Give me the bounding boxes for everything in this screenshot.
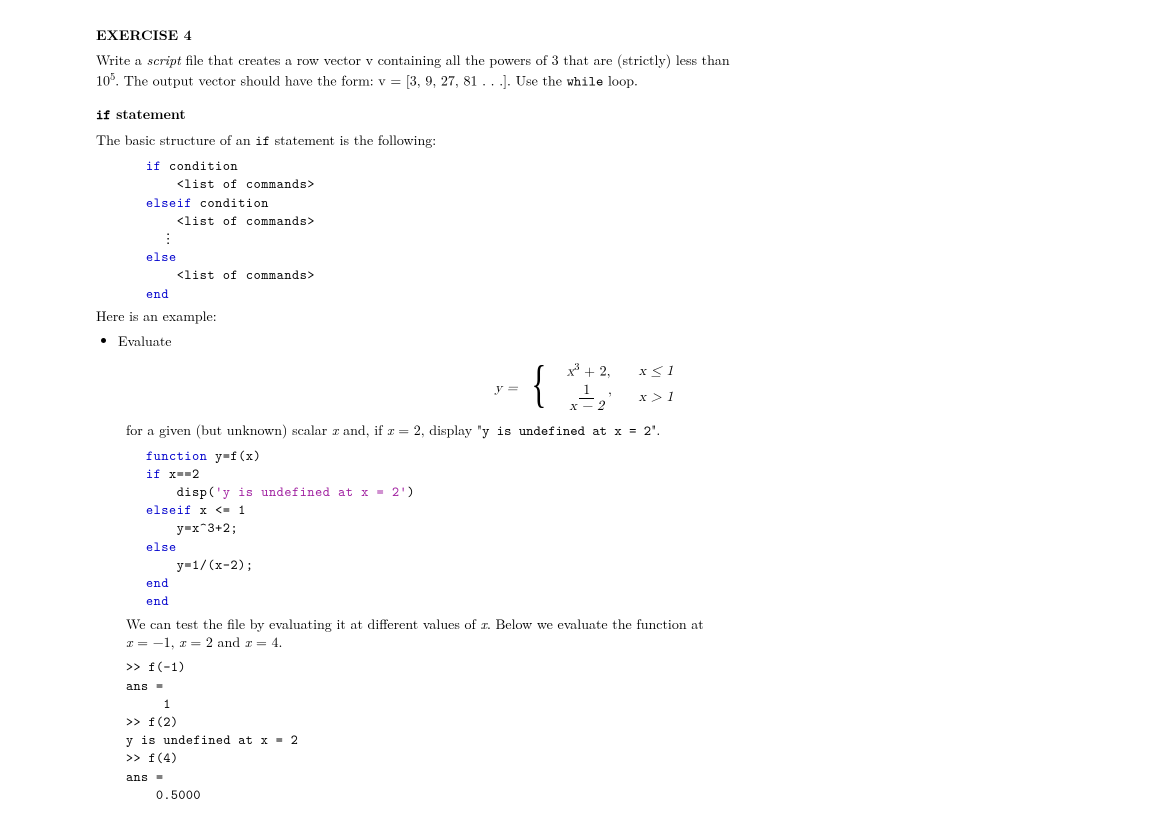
if-intro-c: statement is the following: (270, 130, 436, 150)
ca-l6: <list of commands> (146, 266, 315, 284)
example-list: Evaluate (118, 332, 1072, 351)
ex-l2d: while (567, 72, 604, 90)
tp-b: . Below we evaluate the function at (487, 614, 704, 634)
ca-l4: <list of commands> (146, 212, 315, 230)
piecewise-equation: y = { x3 + 2, x ≤ 1 1 x − 2 , x > 1 (96, 359, 1072, 411)
g-b: and, if (338, 420, 387, 440)
cb-l4b: x <= 1 (192, 501, 246, 519)
cc-l1: >> f(-1) (126, 658, 186, 676)
case2-cond: x > 1 (625, 388, 674, 407)
c2comma: , (608, 383, 612, 397)
exercise-heading: EXERCISE 4 (96, 26, 1072, 45)
tp-f: = 2 and (186, 632, 245, 652)
ca-l1b: condition (161, 157, 238, 175)
ex-l1a: Write a (96, 50, 147, 70)
cb-l5: y=x^3+2; (146, 519, 238, 537)
cb-l3c: ) (407, 483, 415, 501)
cb-l1: function (146, 447, 208, 465)
exercise-4: EXERCISE 4 Write a script file that crea… (96, 26, 1072, 91)
cb-l7: y=1/(x-2); (146, 556, 254, 574)
example-intro: Here is an example: (96, 307, 1072, 326)
case-row-2: 1 x − 2 , x > 1 (553, 385, 674, 411)
cb-l3b: 'y is undefined at x = 2' (215, 483, 407, 501)
kw-end: end (146, 285, 169, 303)
ex-l1b: script (147, 50, 181, 70)
cc-l2: ans = (126, 677, 163, 695)
g-d: y is undefined at x = 2 (482, 422, 651, 440)
cb-l6: else (146, 538, 177, 556)
g-e: ". (651, 420, 660, 440)
eq-lhs: y = (495, 359, 526, 411)
kw-else: else (146, 248, 177, 266)
if-heading-a: if (96, 106, 111, 124)
example-body: for a given (but unknown) scalar x and, … (126, 421, 1072, 804)
left-brace: { (531, 359, 547, 411)
cb-l4: elseif (146, 501, 192, 519)
code-block-function-f: function y=f(x) if x==2 disp('y is undef… (146, 447, 1072, 611)
g-c: = 2, display " (394, 420, 483, 440)
test-paragraph: We can test the file by evaluating it at… (126, 615, 1072, 653)
ex-l2a: 10 (96, 70, 110, 90)
ca-l2: <list of commands> (146, 175, 315, 193)
cb-l8: end (146, 574, 169, 592)
cc-l3: 1 (126, 695, 171, 713)
frac-den: x − 2 (565, 399, 608, 414)
frac-num: 1 (579, 383, 594, 399)
cc-l7: ans = (126, 768, 163, 786)
cc-l5: y is undefined at x = 2 (126, 731, 298, 749)
tp-h: = 4. (251, 632, 282, 652)
ex-l2e: loop. (603, 70, 638, 90)
given-line: for a given (but unknown) scalar x and, … (126, 421, 1072, 441)
ca-l3b: condition (192, 194, 269, 212)
c1c: + 2, (579, 365, 610, 379)
tp-a: We can test the file by evaluating it at… (126, 614, 480, 634)
bullet-evaluate: Evaluate (118, 332, 1072, 351)
cc-l8: 0.5000 (126, 786, 201, 804)
code-block-test-output: >> f(-1) ans = 1 >> f(2) y is undefined … (126, 658, 1072, 804)
ex-l2c: . The output vector should have the form… (115, 70, 566, 90)
cc-l6: >> f(4) (126, 749, 178, 767)
case1-expr: x3 + 2, (553, 361, 625, 382)
g-a: for a given (but unknown) scalar (126, 420, 332, 440)
tp-d: = −1, (133, 632, 180, 652)
if-intro: The basic structure of an if statement i… (96, 131, 1072, 151)
cb-l2b: x==2 (161, 465, 199, 483)
cb-l1b: y=f(x) (208, 447, 262, 465)
cb-l3a: disp( (146, 483, 215, 501)
cb-l9: end (146, 592, 169, 610)
cc-l4: >> f(2) (126, 713, 178, 731)
fraction: 1 x − 2 (565, 383, 608, 413)
case2-expr: 1 x − 2 , (553, 381, 625, 413)
exercise-text: Write a script file that creates a row v… (96, 51, 1072, 91)
kw-if: if (146, 157, 161, 175)
if-heading: if statement (96, 105, 1072, 125)
if-heading-b: statement (111, 104, 186, 124)
case1-cond: x ≤ 1 (625, 362, 674, 381)
cb-l2: if (146, 465, 161, 483)
eq-cases: x3 + 2, x ≤ 1 1 x − 2 , x > 1 (553, 359, 674, 411)
if-intro-a: The basic structure of an (96, 130, 255, 150)
kw-elseif: elseif (146, 194, 192, 212)
ex-l1c: file that creates a row vector v contain… (181, 50, 730, 70)
code-block-if-structure: if condition <list of commands> elseif c… (146, 157, 1072, 303)
if-intro-b: if (255, 132, 270, 150)
ca-dots: ⋮ (146, 230, 175, 248)
